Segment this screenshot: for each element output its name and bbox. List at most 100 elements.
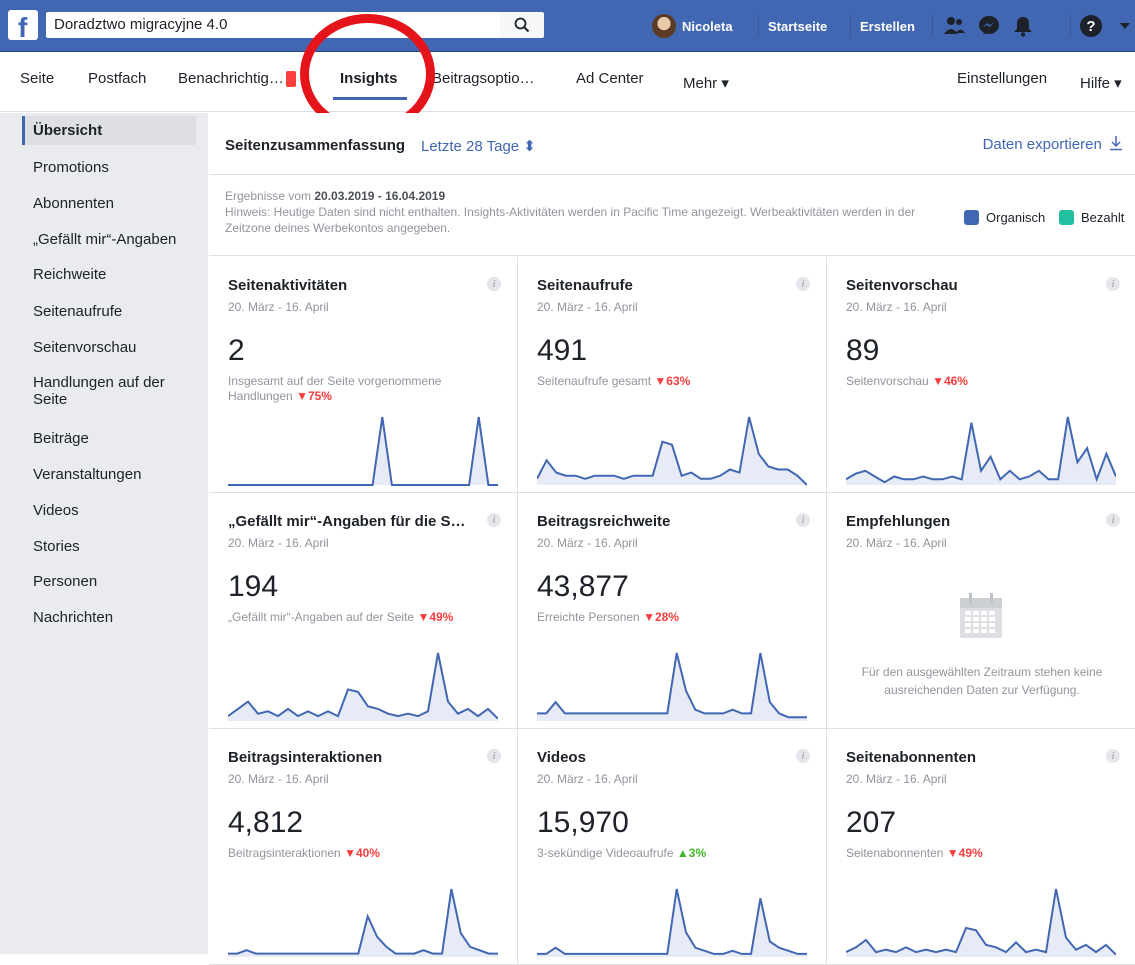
sparkline-area [228, 417, 498, 485]
card-metric-label: Erreichte Personen ▼28% [537, 610, 797, 625]
results-info: Ergebnisse vom 20.03.2019 - 16.04.2019 H… [209, 176, 1135, 256]
notification-badge [285, 71, 296, 88]
metric-card[interactable]: Seitenvorschau i 20. März - 16. April 89 Sei… [827, 257, 1135, 493]
info-icon[interactable]: i [796, 277, 810, 291]
legend-paid: Bezahlt [1059, 210, 1124, 225]
metric-card[interactable]: Seitenaktivitäten i 20. März - 16. April 2 I… [209, 257, 518, 493]
tab-mehr-dropdown[interactable]: Mehr ▾ [683, 74, 729, 92]
sidebar-item-seitenaufrufe[interactable]: Seitenaufrufe [22, 297, 196, 326]
sidebar-item-gefaellt-mir[interactable]: „Gefällt mir“-Angaben [22, 225, 196, 254]
card-metric-label: 3-sekündige Videoaufrufe ▲3% [537, 846, 797, 861]
change-indicator: ▼49% [417, 610, 454, 624]
sparkline-area [537, 417, 807, 485]
sidebar-item-beitraege[interactable]: Beiträge [22, 424, 196, 453]
friends-icon[interactable] [943, 14, 967, 38]
tab-einstellungen[interactable]: Einstellungen [957, 70, 1047, 87]
timezone-note: Hinweis: Heutige Daten sind nicht enthal… [225, 205, 916, 235]
sidebar-item-abonnenten[interactable]: Abonnenten [22, 189, 196, 218]
sidebar-item-reichweite[interactable]: Reichweite [22, 260, 196, 289]
sidebar-item-uebersicht[interactable]: Übersicht [22, 116, 196, 145]
nav-divider [1070, 15, 1071, 37]
info-icon[interactable]: i [796, 749, 810, 763]
card-metric-label: „Gefällt mir“-Angaben auf der Seite ▼49% [228, 610, 488, 625]
info-icon[interactable]: i [1106, 277, 1120, 291]
change-indicator: ▼46% [932, 374, 968, 388]
change-indicator: ▼63% [654, 374, 691, 388]
download-icon [1110, 136, 1122, 151]
card-metric-label: Insgesamt auf der Seite vorgenommene Han… [228, 374, 488, 404]
nav-divider [758, 15, 759, 37]
search-icon [514, 17, 530, 33]
facebook-logo-icon[interactable]: f [8, 10, 38, 43]
metric-card[interactable]: Seitenabonnenten i 20. März - 16. April 207… [827, 729, 1135, 965]
search-button[interactable] [500, 12, 544, 38]
account-dropdown-icon[interactable] [1113, 14, 1135, 38]
sidebar-item-stories[interactable]: Stories [22, 532, 196, 561]
info-icon[interactable]: i [487, 277, 501, 291]
help-icon[interactable]: ? [1079, 14, 1103, 38]
tab-seite[interactable]: Seite [20, 70, 54, 87]
metric-card[interactable]: Beitragsinteraktionen i 20. März - 16. Apr… [209, 729, 518, 965]
card-metric-label: Seitenaufrufe gesamt ▼63% [537, 374, 797, 389]
sparkline-chart [846, 888, 1116, 957]
card-metric-label-text: Seitenvorschau [846, 374, 929, 388]
page-title: Seitenzusammenfassung [225, 137, 406, 154]
info-icon[interactable]: i [487, 513, 501, 527]
card-metric-value: 43,877 [537, 570, 629, 603]
sidebar-item-veranstaltungen[interactable]: Veranstaltungen [22, 460, 196, 489]
profile-name: Nicoleta [682, 18, 733, 34]
sidebar-item-handlungen[interactable]: Handlungen auf der Seite [22, 368, 172, 414]
summary-header: Seitenzusammenfassung Letzte 28 Tage ⬍ D… [209, 113, 1135, 175]
sidebar-item-videos[interactable]: Videos [22, 496, 196, 525]
card-date-range: 20. März - 16. April [228, 536, 329, 550]
active-tab-indicator [333, 97, 407, 100]
sidebar-item-promotions[interactable]: Promotions [22, 153, 196, 182]
page-navigation: Seite Postfach Benachrichtig… Insights B… [0, 52, 1135, 112]
sparkline-series-organic [228, 416, 498, 486]
create-link[interactable]: Erstellen [860, 0, 915, 52]
legend-label-organic: Organisch [986, 210, 1046, 225]
nav-divider [932, 15, 933, 37]
metric-card[interactable]: Empfehlungen i 20. März - 16. April Für den… [827, 493, 1135, 729]
no-data-message: Für den ausgewählten Zeitraum stehen kei… [861, 665, 1103, 697]
sidebar-item-nachrichten[interactable]: Nachrichten [22, 603, 196, 632]
card-metric-value: 89 [846, 334, 880, 367]
sidebar-item-personen[interactable]: Personen [22, 567, 196, 596]
info-icon[interactable]: i [1106, 513, 1120, 527]
tab-postfach[interactable]: Postfach [88, 70, 146, 87]
tab-ad-center[interactable]: Ad Center [576, 70, 644, 87]
top-navigation-bar: f Doradztwo migracyjne 4.0 Nicoleta Star… [0, 0, 1135, 52]
legend-label-paid: Bezahlt [1081, 210, 1125, 225]
sidebar-item-seitenvorschau[interactable]: Seitenvorschau [22, 333, 196, 362]
card-metric-label: Beitragsinteraktionen ▼40% [228, 846, 488, 861]
card-title: Seitenabonnenten [846, 749, 977, 766]
messenger-icon[interactable] [977, 14, 1001, 38]
card-date-range: 20. März - 16. April [228, 300, 329, 314]
export-data-link[interactable]: Daten exportieren [983, 135, 1123, 153]
sparkline-chart [228, 416, 498, 486]
sparkline-chart [228, 888, 498, 957]
metric-card[interactable]: Videos i 20. März - 16. April 15,970 3-sekün… [518, 729, 827, 965]
card-metric-value: 2 [228, 334, 245, 367]
metric-card[interactable]: Seitenaufrufe i 20. März - 16. April 491 Sei… [518, 257, 827, 493]
search-input[interactable]: Doradztwo migracyjne 4.0 [46, 12, 500, 38]
card-date-range: 20. März - 16. April [537, 772, 638, 786]
metric-card[interactable]: „Gefällt mir“-Angaben für die S… i 20. Mär… [209, 493, 518, 729]
tab-insights[interactable]: Insights [340, 70, 398, 87]
results-prefix: Ergebnisse vom [225, 189, 315, 203]
legend-organic: Organisch [964, 210, 1045, 225]
info-icon[interactable]: i [487, 749, 501, 763]
home-link[interactable]: Startseite [768, 0, 827, 52]
profile-link[interactable]: Nicoleta [652, 0, 733, 52]
date-range-dropdown[interactable]: Letzte 28 Tage ⬍ [421, 137, 536, 155]
info-icon[interactable]: i [1106, 749, 1120, 763]
tab-benachrichtigungen[interactable]: Benachrichtig… [178, 70, 296, 88]
card-title: Seitenaufrufe [537, 277, 633, 294]
sparkline-area [846, 889, 1116, 957]
tab-hilfe-dropdown[interactable]: Hilfe ▾ [1080, 74, 1122, 92]
metric-card[interactable]: Beitragsreichweite i 20. März - 16. April 4… [518, 493, 827, 729]
notifications-bell-icon[interactable] [1011, 14, 1035, 38]
tab-beitragsoptionen[interactable]: Beitragsoptio… [432, 70, 535, 87]
info-icon[interactable]: i [796, 513, 810, 527]
card-metric-label-text: Erreichte Personen [537, 610, 640, 624]
